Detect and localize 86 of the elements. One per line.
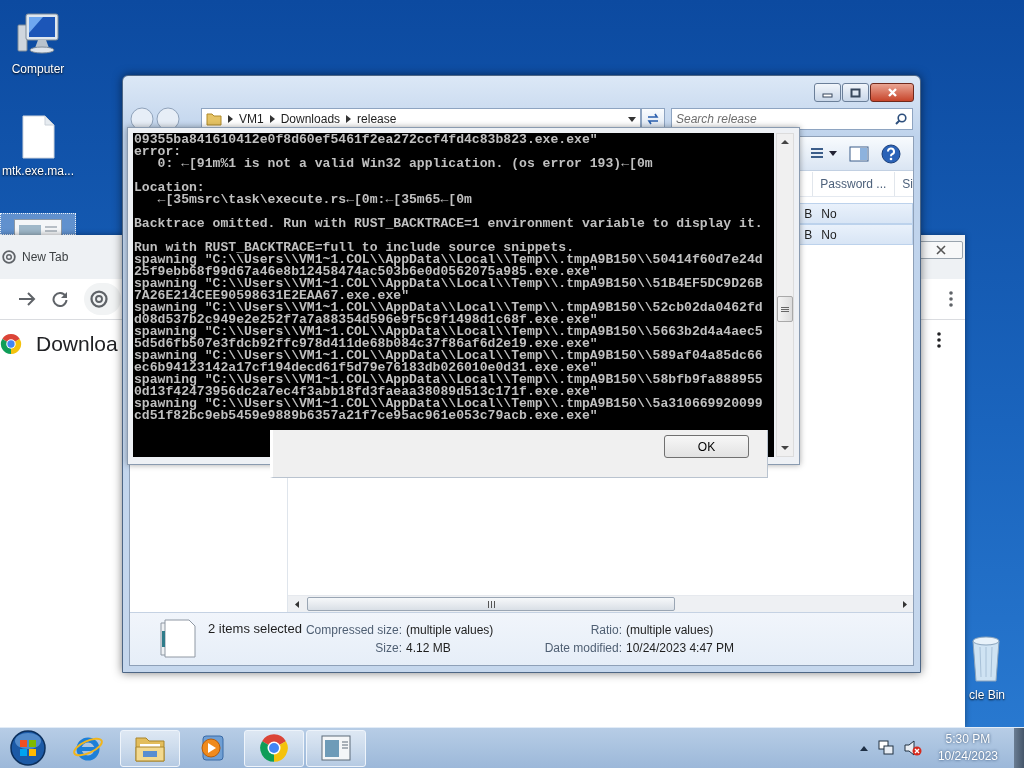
console-line: cd51f82bc9eb5459e9889b6357a21f7ce95ac961e053c79acb.exe.exe" bbox=[134, 410, 598, 422]
browser-logo-icon bbox=[90, 290, 108, 308]
detail-label: Ratio: bbox=[589, 623, 622, 637]
console-line: spawning "C:\\Users\\VM1~1.COL\\AppData\\Local\\Temp\\.tmpA9B150\\5663b2d4a4aec5 bbox=[134, 326, 764, 338]
address-bar[interactable]: VM1 Downloads release bbox=[201, 108, 641, 130]
taskbar-button[interactable] bbox=[244, 729, 304, 767]
console-line: 0: ←[91m%1 is not a valid Win32 application. (os error 193)←[0m bbox=[156, 158, 654, 170]
computer-icon bbox=[14, 11, 62, 57]
breadcrumb-item[interactable]: Downloads bbox=[280, 112, 341, 126]
detail-label: Date modified: bbox=[543, 641, 622, 655]
console-line: 09355ba841610412e0f8d60ef5461f2ea272ccf4fd4c83b823.exe.exe" bbox=[134, 134, 599, 146]
column-header[interactable]: Si bbox=[894, 171, 913, 196]
desktop-icon[interactable]: Computer bbox=[0, 6, 76, 81]
refresh-icon bbox=[646, 113, 660, 125]
detail-label: Compressed size: bbox=[305, 623, 402, 637]
column-header[interactable]: Password ... bbox=[812, 171, 895, 196]
maximize-button[interactable] bbox=[842, 83, 869, 102]
reload-icon[interactable] bbox=[52, 291, 68, 307]
recycle-bin-icon bbox=[969, 633, 1003, 683]
forward-icon[interactable] bbox=[18, 291, 36, 307]
window-icon[interactable] bbox=[321, 735, 351, 761]
horizontal-scrollbar[interactable] bbox=[288, 595, 913, 612]
dropdown-icon[interactable] bbox=[628, 116, 636, 122]
close-icon bbox=[886, 87, 898, 98]
selection-count: 2 items selected bbox=[208, 621, 303, 636]
console-line: spawning "C:\\Users\\VM1~1.COL\\AppData\\Local\\Temp\\.tmpA9B150\\50414f60d7e24d bbox=[134, 254, 764, 266]
detail-value: (multiple values) bbox=[625, 623, 715, 637]
start-icon[interactable] bbox=[9, 729, 47, 767]
console-line: Run with RUST_BACKTRACE=full to include source snippets. bbox=[134, 242, 575, 254]
file-row[interactable]: B No bbox=[798, 203, 913, 224]
network-icon[interactable] bbox=[877, 740, 894, 756]
console-line: 0d13f42473956dc2a7ec4f3abb18fd3faeaa38089d513c171f.exe.exe" bbox=[134, 386, 598, 398]
refresh-button[interactable] bbox=[641, 108, 665, 130]
maximize-icon bbox=[850, 87, 861, 98]
desktop-icon[interactable]: cle Bin bbox=[964, 628, 1022, 707]
file-row[interactable]: B No bbox=[798, 224, 913, 245]
address-bar[interactable] bbox=[84, 283, 121, 315]
view-icon[interactable] bbox=[810, 146, 824, 161]
detail-value: (multiple values) bbox=[405, 623, 495, 637]
menu-icon[interactable] bbox=[937, 332, 941, 348]
scroll-left-icon bbox=[294, 600, 299, 608]
console-line: ec6b94123142a17cf194decd61f5d79e76183db026010e0d31.exe.exe" bbox=[134, 362, 598, 374]
desktop-icon[interactable]: mtk.exe.ma... bbox=[0, 110, 76, 183]
console-line: spawning "C:\\Users\\VM1~1.COL\\AppData\\Local\\Temp\\.tmpA9B150\\5a310669920099 bbox=[134, 398, 764, 410]
chevron-icon bbox=[228, 115, 233, 123]
detail-value: 10/24/2023 4:47 PM bbox=[625, 641, 736, 655]
vertical-scrollbar[interactable] bbox=[776, 133, 794, 457]
console-line: ←[35msrc\task\execute.rs←[0m:←[35m65←[0m bbox=[156, 194, 473, 206]
preview-pane-icon[interactable] bbox=[849, 145, 869, 162]
grip-icon bbox=[781, 305, 789, 313]
console-line: 7A26E214CEE90598631E2EAA67.exe.exe" bbox=[134, 290, 409, 302]
close-icon bbox=[936, 245, 946, 255]
file-icon bbox=[21, 115, 55, 159]
detail-value: 4.12 MB bbox=[405, 641, 452, 655]
console-line: spawning "C:\\Users\\VM1~1.COL\\AppData\\Local\\Temp\\.tmpA9B150\\58bfb9fa888955 bbox=[134, 374, 764, 386]
console-line: spawning "C:\\Users\\VM1~1.COL\\AppData\\Local\\Temp\\.tmpA9B150\\52cb02da0462fd bbox=[134, 302, 764, 314]
search-icon bbox=[895, 113, 907, 125]
breadcrumb-item[interactable]: VM1 bbox=[239, 112, 264, 126]
page-heading: Downloa bbox=[36, 332, 118, 356]
ok-button[interactable]: OK bbox=[664, 435, 749, 458]
chrome-logo-icon[interactable] bbox=[259, 733, 289, 763]
console-line: Backtrace omitted. Run with RUST_BACKTRACE=1 environment variable to display it. bbox=[134, 218, 764, 230]
help-icon[interactable] bbox=[881, 143, 901, 164]
grip-icon bbox=[486, 600, 496, 608]
console-line: spawning "C:\\Users\\VM1~1.COL\\AppData\\Local\\Temp\\.tmpA9B150\\51B4EF5DC9D26B bbox=[134, 278, 764, 290]
speaker-muted-icon[interactable] bbox=[903, 740, 922, 756]
scroll-right-icon bbox=[902, 600, 907, 608]
chevron-icon bbox=[346, 115, 352, 123]
search-field[interactable]: Search release bbox=[671, 108, 913, 130]
console-line: 25f9ebb68f99d67a46e8b12458474ac503b6e0d0562075a985.exe.exe" bbox=[134, 266, 598, 278]
caret-icon[interactable] bbox=[829, 151, 837, 156]
close-button[interactable] bbox=[919, 241, 963, 259]
browser-logo-icon bbox=[2, 250, 16, 264]
console-line: Location: bbox=[134, 182, 205, 194]
console-line: spawning "C:\\Users\\VM1~1.COL\\AppData\\Local\\Temp\\.tmpA9B150\\589af04a85dc66 bbox=[134, 350, 764, 362]
browser-tab[interactable]: New Tab bbox=[0, 250, 69, 264]
detail-label: Size: bbox=[374, 641, 402, 655]
menu-icon[interactable] bbox=[949, 291, 953, 307]
chevron-icon bbox=[269, 115, 275, 123]
console-line: error: bbox=[134, 146, 182, 158]
breadcrumb-item[interactable]: release bbox=[357, 112, 397, 126]
chevron-up-icon[interactable] bbox=[859, 745, 868, 751]
close-button[interactable] bbox=[870, 83, 914, 102]
console-line: 5d5d6fb507e3fdcb92ffc978d411de68b084c37f86af6d2e19.exe.exe" bbox=[134, 338, 598, 350]
console-line: d08d537b2c949e2e252f7a7a88354d596e9f5c9f1498d1c68f.exe.exe" bbox=[134, 314, 598, 326]
minimize-button[interactable] bbox=[814, 83, 841, 102]
